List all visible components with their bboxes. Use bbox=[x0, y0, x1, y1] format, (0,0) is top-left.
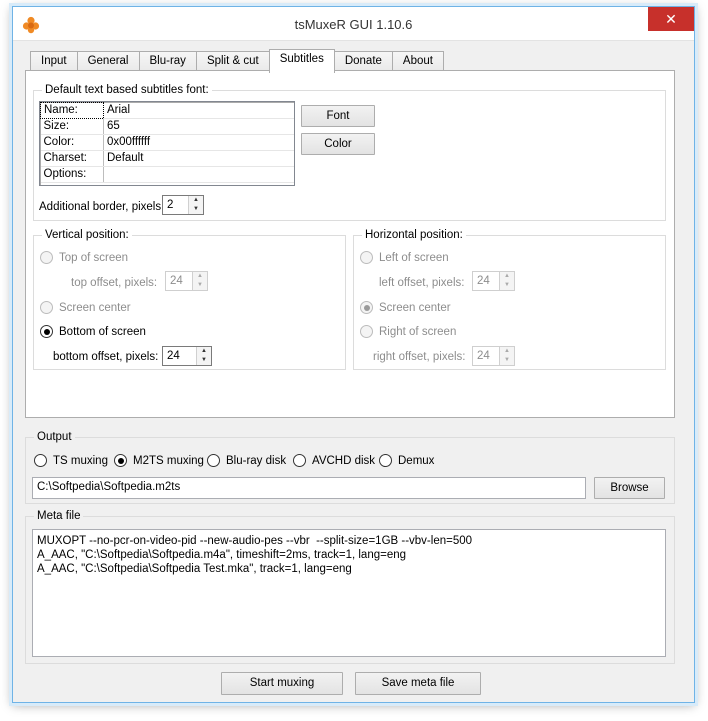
subtitles-tab-page: Default text based subtitles font: Name:… bbox=[25, 70, 675, 418]
radio-bottom-of-screen[interactable] bbox=[40, 325, 53, 338]
spin-up-icon[interactable]: ▲ bbox=[189, 196, 203, 205]
left-offset-label: left offset, pixels: bbox=[379, 277, 465, 289]
meta-file-group: Meta file MUXOPT --no-pcr-on-video-pid -… bbox=[25, 509, 675, 664]
radio-screen-center-vertical[interactable] bbox=[40, 301, 53, 314]
font-group-label: Default text based subtitles font: bbox=[42, 83, 212, 97]
meta-line: MUXOPT --no-pcr-on-video-pid --new-audio… bbox=[37, 535, 473, 547]
radio-blu-ray-disk[interactable] bbox=[207, 454, 220, 467]
table-row[interactable]: Options: bbox=[40, 166, 294, 183]
radio-right-of-screen[interactable] bbox=[360, 325, 373, 338]
table-row[interactable]: Size: 65 bbox=[40, 118, 294, 135]
color-button[interactable]: Color bbox=[301, 133, 375, 155]
meta-group-label: Meta file bbox=[34, 509, 84, 523]
spin-down-icon[interactable]: ▼ bbox=[197, 356, 211, 365]
app-window: tsMuxeR GUI 1.10.6 ✕ Input General Blu-r… bbox=[12, 6, 695, 703]
output-group-label: Output bbox=[34, 430, 75, 444]
tab-about[interactable]: About bbox=[391, 51, 444, 72]
meta-line: A_AAC, "C:\Softpedia\Softpedia Test.mka"… bbox=[37, 563, 352, 575]
tab-blu-ray[interactable]: Blu-ray bbox=[138, 51, 197, 72]
blu-ray-disk-label: Blu-ray disk bbox=[226, 455, 287, 467]
left-of-screen-label: Left of screen bbox=[379, 252, 449, 264]
output-path-input[interactable]: C:\Softpedia\Softpedia.m2ts bbox=[32, 477, 586, 499]
top-offset-label: top offset, pixels: bbox=[71, 277, 158, 289]
bottom-offset-spinbox[interactable]: 24 ▲ ▼ bbox=[162, 346, 212, 366]
close-button[interactable]: ✕ bbox=[648, 7, 694, 31]
screen-center-horizontal-label: Screen center bbox=[379, 302, 451, 314]
font-group: Default text based subtitles font: Name:… bbox=[33, 83, 666, 221]
avchd-disk-label: AVCHD disk bbox=[312, 455, 376, 467]
spin-down-icon[interactable]: ▼ bbox=[500, 281, 514, 290]
screen-center-vertical-label: Screen center bbox=[59, 302, 131, 314]
radio-demux[interactable] bbox=[379, 454, 392, 467]
m2ts-muxing-label: M2TS muxing bbox=[133, 455, 204, 467]
right-offset-spinbox[interactable]: 24 ▲ ▼ bbox=[472, 346, 515, 366]
border-spinbox[interactable]: 2 ▲ ▼ bbox=[162, 195, 204, 215]
bottom-offset-label: bottom offset, pixels: bbox=[53, 351, 159, 363]
spin-up-icon[interactable]: ▲ bbox=[500, 272, 514, 281]
save-meta-file-button[interactable]: Save meta file bbox=[355, 672, 481, 695]
top-offset-spinbox[interactable]: 24 ▲ ▼ bbox=[165, 271, 208, 291]
spin-down-icon[interactable]: ▼ bbox=[193, 281, 207, 290]
horizontal-position-group: Horizontal position: Left of screen left… bbox=[353, 228, 666, 370]
font-button[interactable]: Font bbox=[301, 105, 375, 127]
vertical-group-label: Vertical position: bbox=[42, 228, 132, 242]
radio-left-of-screen[interactable] bbox=[360, 251, 373, 264]
horizontal-group-label: Horizontal position: bbox=[362, 228, 466, 242]
tab-bar: Input General Blu-ray Split & cut Subtit… bbox=[30, 49, 444, 73]
radio-screen-center-horizontal[interactable] bbox=[360, 301, 373, 314]
vertical-position-group: Vertical position: Top of screen top off… bbox=[33, 228, 346, 370]
title-bar[interactable]: tsMuxeR GUI 1.10.6 ✕ bbox=[13, 7, 694, 41]
spin-down-icon[interactable]: ▼ bbox=[500, 356, 514, 365]
tab-subtitles[interactable]: Subtitles bbox=[268, 49, 335, 73]
table-row[interactable]: Charset: Default bbox=[40, 150, 294, 167]
font-properties-grid[interactable]: Name: Arial Size: 65 Color: 0x00ffffff Char… bbox=[39, 101, 295, 186]
tab-input[interactable]: Input bbox=[30, 51, 78, 72]
table-row[interactable]: Color: 0x00ffffff bbox=[40, 134, 294, 151]
output-group: Output TS muxing M2TS muxing Blu-ray dis… bbox=[25, 430, 675, 504]
client-area: Input General Blu-ray Split & cut Subtit… bbox=[21, 41, 686, 695]
radio-top-of-screen[interactable] bbox=[40, 251, 53, 264]
spin-up-icon[interactable]: ▲ bbox=[193, 272, 207, 281]
top-of-screen-label: Top of screen bbox=[59, 252, 129, 264]
bottom-of-screen-label: Bottom of screen bbox=[59, 326, 146, 338]
radio-m2ts-muxing[interactable] bbox=[114, 454, 127, 467]
spin-up-icon[interactable]: ▲ bbox=[500, 347, 514, 356]
window-title: tsMuxeR GUI 1.10.6 bbox=[294, 17, 413, 32]
tab-general[interactable]: General bbox=[76, 51, 140, 72]
border-label: Additional border, pixels: bbox=[39, 201, 165, 213]
table-row[interactable]: Name: Arial bbox=[40, 102, 294, 119]
spin-up-icon[interactable]: ▲ bbox=[197, 347, 211, 356]
browse-button[interactable]: Browse bbox=[594, 477, 665, 499]
tab-split-cut[interactable]: Split & cut bbox=[195, 51, 270, 72]
radio-ts-muxing[interactable] bbox=[34, 454, 47, 467]
meta-line: A_AAC, "C:\Softpedia\Softpedia.m4a", tim… bbox=[37, 549, 407, 561]
meta-file-textarea[interactable]: MUXOPT --no-pcr-on-video-pid --new-audio… bbox=[32, 529, 666, 657]
spin-down-icon[interactable]: ▼ bbox=[189, 205, 203, 214]
start-muxing-button[interactable]: Start muxing bbox=[221, 672, 343, 695]
demux-label: Demux bbox=[398, 455, 435, 467]
ts-muxing-label: TS muxing bbox=[53, 455, 108, 467]
left-offset-spinbox[interactable]: 24 ▲ ▼ bbox=[472, 271, 515, 291]
tab-donate[interactable]: Donate bbox=[333, 51, 393, 72]
right-of-screen-label: Right of screen bbox=[379, 326, 457, 338]
radio-avchd-disk[interactable] bbox=[293, 454, 306, 467]
right-offset-label: right offset, pixels: bbox=[373, 351, 466, 363]
